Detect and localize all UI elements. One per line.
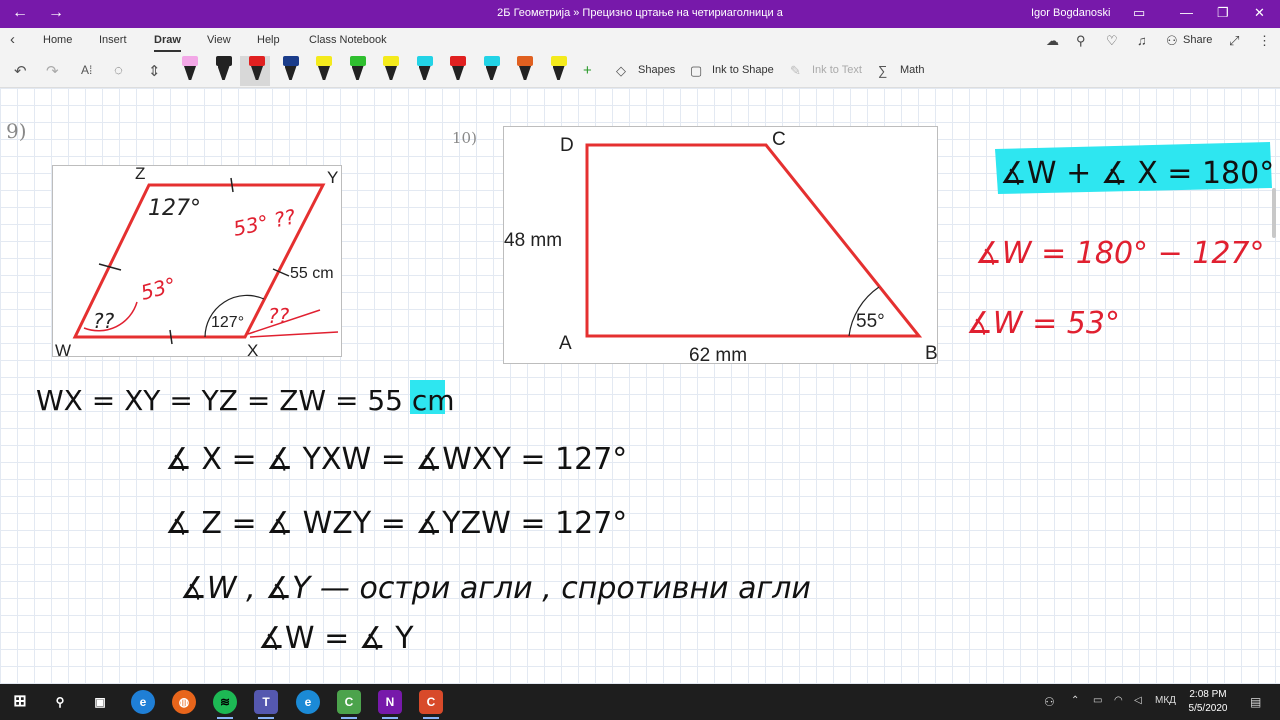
close-icon[interactable]: ✕ <box>1254 5 1265 21</box>
tab-help[interactable]: Help <box>257 34 280 46</box>
sync-icon[interactable]: ☁ <box>1046 33 1059 49</box>
pen-11[interactable] <box>515 56 535 84</box>
ink-line-3: ∡ Z = ∡ WZY = ∡YZW = 127° <box>165 506 627 541</box>
clock[interactable]: 2:08 PM 5/5/2020 <box>1184 688 1232 716</box>
ink-to-text-button: Ink to Text <box>812 64 862 76</box>
pen-4[interactable] <box>281 56 301 84</box>
camtasia-icon[interactable]: C <box>337 690 361 719</box>
ink-line-5: ∡W = ∡ Y <box>258 621 414 656</box>
pen-6[interactable] <box>348 56 368 84</box>
task-view-icon[interactable]: ▣ <box>88 690 112 714</box>
pen-7[interactable] <box>381 56 401 84</box>
tray-chevron-icon[interactable]: ⌃ <box>1071 695 1079 706</box>
user-name[interactable]: Igor Bogdanoski <box>1031 7 1111 19</box>
clock-time: 2:08 PM <box>1189 689 1227 700</box>
ink-line-2: ∡ X = ∡ YXW = ∡WXY = 127° <box>165 442 627 477</box>
redo-icon[interactable]: ↷ <box>46 62 59 80</box>
ink-to-shape-icon[interactable]: ▢ <box>690 63 702 79</box>
add-pen-icon[interactable]: + <box>583 62 592 79</box>
ink-right-2: ∡W = 180° − 127° <box>975 236 1265 271</box>
teams-icon[interactable]: T <box>254 690 278 719</box>
expand-icon[interactable]: ⤢ <box>1229 33 1239 49</box>
pen-9[interactable] <box>448 56 468 84</box>
ink-angle-y: 53° ?? <box>231 204 298 241</box>
undo-icon[interactable]: ↶ <box>14 62 27 80</box>
search-taskbar-icon[interactable]: ⚲ <box>48 690 72 714</box>
tab-home[interactable]: Home <box>43 34 72 46</box>
math-button[interactable]: Math <box>900 64 924 76</box>
vertical-scrollbar[interactable] <box>1272 188 1276 238</box>
people-icon[interactable]: ⚇ <box>1044 695 1055 709</box>
pen-2[interactable] <box>214 56 234 84</box>
ink-line-1: WX = XY = YZ = ZW = 55 cm <box>36 384 455 417</box>
ink-to-text-icon: ✎ <box>790 63 801 78</box>
tab-view[interactable]: View <box>207 34 231 46</box>
pen-3[interactable] <box>247 56 267 84</box>
internet-explorer-icon[interactable]: e <box>296 690 320 714</box>
ink-angle-w-mid: 53° <box>138 272 178 304</box>
pen-12[interactable] <box>549 56 569 84</box>
taskbar: ⊞ ⚲ ▣ e ◍ ≋ T e C N C ⚇ ⌃ ▭ ◠ ◁ МКД 2:08… <box>0 684 1280 720</box>
handwriting-layer: 127° 53° ?? 53° ?? ?? WX = XY = YZ = ZW … <box>36 142 1274 656</box>
more-options-icon[interactable]: ⋮ <box>1258 33 1271 49</box>
spotify-icon[interactable]: ≋ <box>213 690 237 719</box>
search-icon[interactable]: ⚲ <box>1076 33 1086 49</box>
bell-icon[interactable]: ♫ <box>1137 33 1147 48</box>
ink-to-shape-button[interactable]: Ink to Shape <box>712 64 774 76</box>
shapes-button[interactable]: Shapes <box>638 64 675 76</box>
type-select-icon[interactable]: A⁞ <box>81 63 92 77</box>
onenote-icon[interactable]: N <box>378 690 402 719</box>
share-icon[interactable]: ⚇ <box>1166 33 1178 49</box>
volume-icon[interactable]: ◁ <box>1134 695 1142 706</box>
ink-line-4: ∡W , ∡Y — остри агли , спротивни агли <box>180 571 811 606</box>
lightbulb-icon[interactable]: ♡ <box>1106 33 1118 49</box>
firefox-icon[interactable]: ◍ <box>172 690 196 714</box>
pen-8[interactable] <box>415 56 435 84</box>
pen-1[interactable] <box>180 56 200 84</box>
minimize-icon[interactable]: — <box>1180 5 1193 20</box>
ink-right-3: ∡W = 53° <box>966 306 1120 341</box>
pen-5[interactable] <box>314 56 334 84</box>
add-space-icon[interactable]: ⇕ <box>148 62 161 80</box>
ink-angle-z: 127° <box>148 196 201 221</box>
tab-draw[interactable]: Draw <box>154 34 181 52</box>
lasso-icon[interactable]: ◌ <box>114 62 123 79</box>
notifications-icon[interactable]: ▤ <box>1250 695 1261 709</box>
draw-ribbon: ↶ ↷ A⁞ ◌ ⇕ + ◇ Shapes ▢ Ink to Shape ✎ I… <box>0 54 1280 88</box>
title-bar: ← → 2Б Геометрија » Прецизно цртање на ч… <box>0 0 1280 28</box>
wifi-icon[interactable]: ◠ <box>1114 695 1123 706</box>
note-canvas[interactable]: 9) 10) Z Y W X 55 cm 127° D C A B 48 mm <box>0 88 1280 684</box>
battery-icon[interactable]: ▭ <box>1093 695 1102 706</box>
maximize-icon[interactable]: ❐ <box>1217 5 1229 21</box>
windows-start-icon[interactable]: ⊞ <box>8 690 32 714</box>
share-button[interactable]: Share <box>1183 34 1212 46</box>
pen-10[interactable] <box>482 56 502 84</box>
clock-date: 5/5/2020 <box>1188 703 1228 714</box>
edge-icon[interactable]: e <box>131 690 155 714</box>
language-indicator[interactable]: МКД <box>1155 695 1176 706</box>
ink-right-1: ∡W + ∡ X = 180° <box>1000 156 1274 191</box>
shapes-icon[interactable]: ◇ <box>616 63 626 79</box>
tab-insert[interactable]: Insert <box>99 34 127 46</box>
math-icon[interactable]: ∑ <box>878 63 887 78</box>
nav-toggle-icon[interactable]: ‹ <box>10 31 15 48</box>
fullscreen-icon[interactable]: ▭ <box>1133 5 1145 21</box>
menu-bar: ‹ Home Insert Draw View Help Class Noteb… <box>0 28 1280 54</box>
tab-class-notebook[interactable]: Class Notebook <box>309 34 387 46</box>
camtasia-recorder-icon[interactable]: C <box>419 690 443 719</box>
